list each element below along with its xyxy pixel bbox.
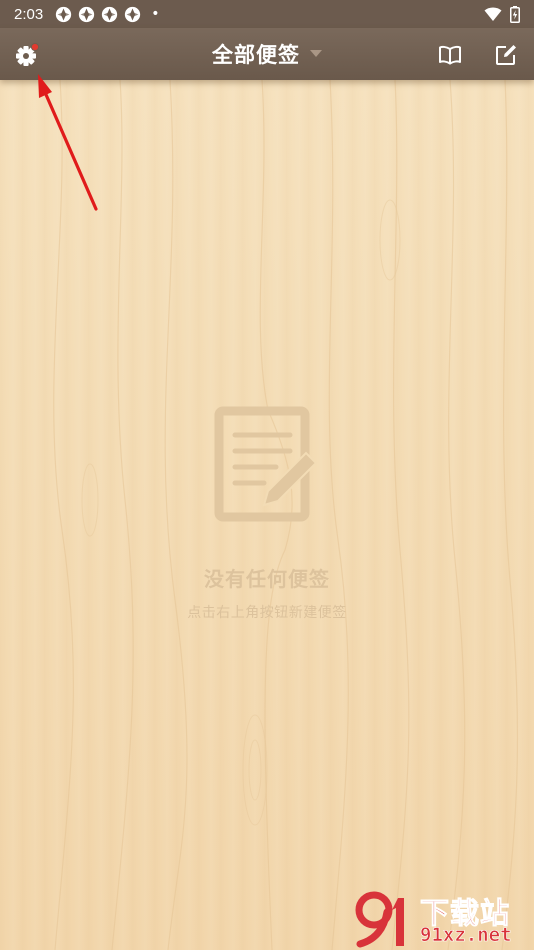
- watermark: 下载站 91xz.net: [354, 890, 530, 948]
- new-note-button[interactable]: [492, 41, 520, 69]
- app-notification-icon: [56, 6, 72, 22]
- app-notification-icon: [102, 6, 118, 22]
- title-dropdown[interactable]: 全部便签: [212, 39, 322, 69]
- annotation-arrow: [38, 74, 98, 211]
- wifi-icon: [484, 7, 502, 21]
- book-button[interactable]: [436, 41, 464, 69]
- screen: 2:03 • 全部便签 没有任何便签 点击右上角按钮新建便签 下载站 91xz.…: [0, 0, 534, 950]
- status-time: 2:03: [14, 5, 44, 23]
- page-title: 全部便签: [212, 43, 300, 67]
- status-bar: 2:03 •: [0, 0, 534, 28]
- chevron-down-icon: [310, 50, 322, 57]
- gear-icon: [16, 42, 40, 66]
- empty-hint: 点击右上角按钮新建便签: [187, 605, 347, 621]
- status-right: [484, 5, 520, 23]
- empty-state: 没有任何便签 点击右上角按钮新建便签: [0, 405, 534, 622]
- app-notification-icon: [125, 6, 141, 22]
- more-notifications-dot: •: [151, 6, 160, 22]
- compose-icon: [496, 45, 516, 65]
- watermark-logo-icon: [355, 891, 404, 948]
- app-notification-icon: [79, 6, 95, 22]
- book-icon: [439, 45, 461, 65]
- empty-title: 没有任何便签: [204, 567, 330, 591]
- settings-button[interactable]: [12, 40, 42, 70]
- watermark-url: 91xz.net: [420, 924, 512, 947]
- note-edit-icon: [214, 406, 318, 522]
- notification-icons: •: [55, 6, 159, 23]
- notification-badge: [30, 42, 40, 52]
- battery-charging-icon: [510, 5, 520, 23]
